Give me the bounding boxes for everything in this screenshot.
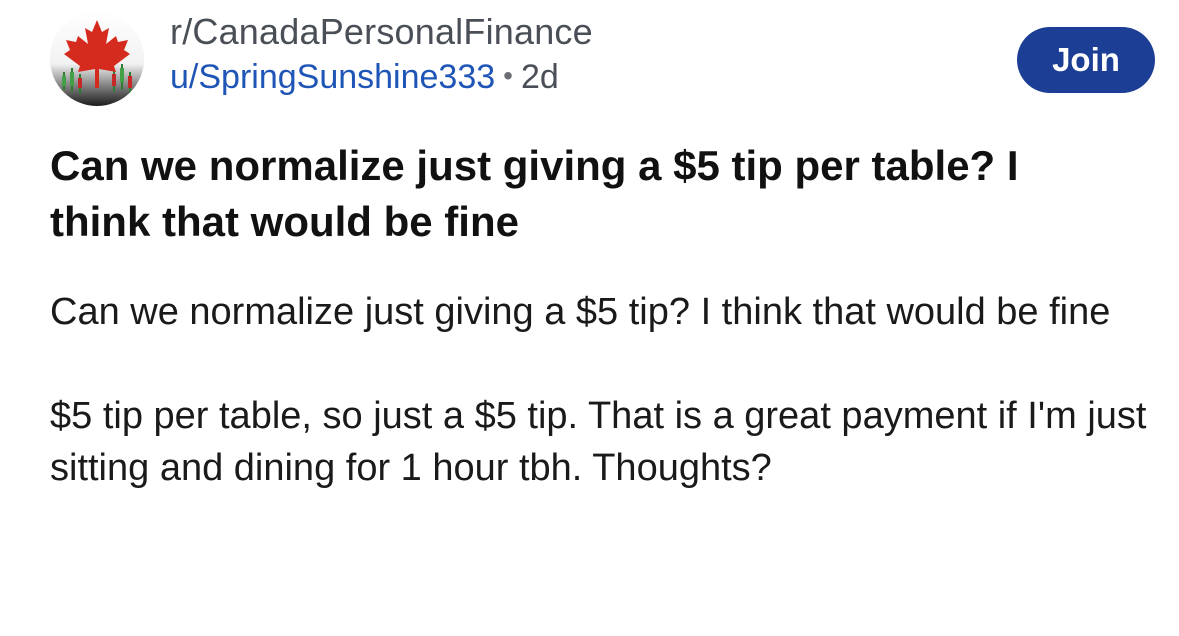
subreddit-avatar[interactable] (50, 12, 144, 106)
maple-leaf-icon (50, 12, 144, 106)
post-paragraph: $5 tip per table, so just a $5 tip. That… (50, 395, 1147, 489)
post-title[interactable]: Can we normalize just giving a $5 tip pe… (50, 138, 1130, 250)
subreddit-name[interactable]: r/CanadaPersonalFinance (170, 14, 593, 50)
post-meta: r/CanadaPersonalFinance u/SpringSunshine… (170, 14, 593, 95)
post-age: 2d (520, 58, 559, 96)
author-username[interactable]: u/SpringSunshine333 (170, 58, 495, 96)
post-paragraph: Can we normalize just giving a $5 tip? I… (50, 291, 1111, 333)
join-button[interactable]: Join (1017, 27, 1155, 93)
meta-separator: • (503, 60, 513, 91)
post-body: Can we normalize just giving a $5 tip? I… (50, 286, 1150, 494)
author-line: u/SpringSunshine333 • 2d (170, 60, 593, 94)
post-card: r/CanadaPersonalFinance u/SpringSunshine… (0, 0, 1179, 636)
